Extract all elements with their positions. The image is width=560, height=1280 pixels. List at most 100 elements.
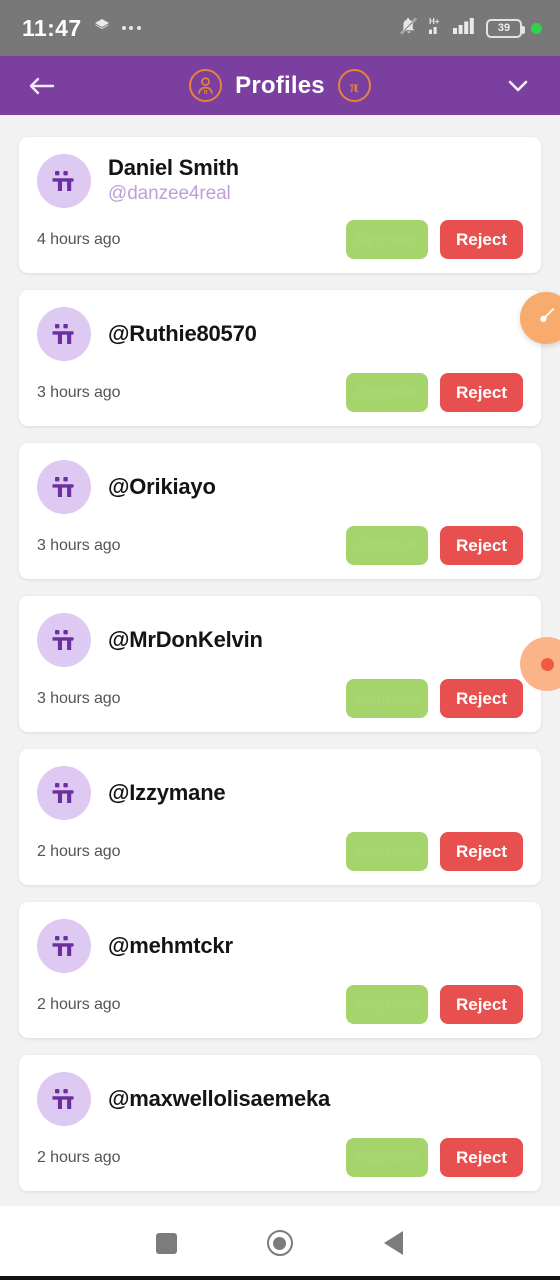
profile-card[interactable]: @Ruthie80570 3 hours ago Approve Reject: [19, 290, 541, 426]
profile-handle: @Izzymane: [108, 779, 226, 805]
profile-identity: @Orikiayo: [108, 474, 216, 500]
profile-handle: @maxwellolisaemeka: [108, 1085, 331, 1111]
back-arrow-icon[interactable]: [22, 66, 62, 106]
layers-icon: [93, 17, 111, 40]
app-bar-center: π Profiles π: [0, 69, 560, 102]
pi-circle-icon[interactable]: π: [337, 69, 371, 102]
profile-identity: @mehmtckr: [108, 933, 233, 959]
circle-home-icon[interactable]: [250, 1213, 310, 1273]
pi-avatar-icon: [37, 460, 91, 514]
square-recents-icon[interactable]: [137, 1213, 197, 1273]
profile-handle: @Orikiayo: [108, 473, 216, 499]
profile-timestamp: 4 hours ago: [37, 230, 121, 248]
pi-avatar-icon: [37, 307, 91, 361]
reject-button[interactable]: Reject: [439, 679, 523, 718]
page-title: Profiles: [235, 71, 325, 99]
app-bar: π Profiles π: [0, 56, 560, 115]
svg-text:H+: H+: [429, 17, 440, 26]
profile-card[interactable]: @Orikiayo 3 hours ago Approve Reject: [19, 443, 541, 579]
triangle-back-icon[interactable]: [363, 1213, 423, 1273]
pi-avatar-icon: [37, 766, 91, 820]
profiles-list[interactable]: Daniel Smith @danzee4real 4 hours ago Appro…: [0, 115, 560, 1205]
profile-actions: Approve Reject: [345, 1138, 523, 1177]
android-nav-bar: [0, 1205, 560, 1280]
dot-badge-icon: [540, 657, 554, 671]
profile-card-footer: 2 hours ago Approve Reject: [37, 832, 523, 871]
status-bar-right: H+ 39: [398, 16, 542, 41]
profile-handle: @mehmtckr: [108, 932, 233, 958]
network-hplus-icon: H+: [429, 16, 444, 40]
profile-card-footer: 2 hours ago Approve Reject: [37, 1138, 523, 1177]
signal-bars-icon: [453, 16, 477, 40]
profile-timestamp: 2 hours ago: [37, 1148, 121, 1166]
pi-avatar-icon: [37, 613, 91, 667]
profile-card-header: @Orikiayo: [37, 460, 523, 514]
status-bar-left: 11:47: [22, 15, 141, 42]
profile-card-header: @maxwellolisaemeka: [37, 1072, 523, 1126]
gesture-bar: [0, 1276, 560, 1280]
profile-card-header: @MrDonKelvin: [37, 613, 523, 667]
svg-text:π: π: [203, 87, 208, 96]
profile-name: Daniel Smith: [108, 154, 239, 180]
reject-button[interactable]: Reject: [439, 220, 523, 259]
battery-percent: 39: [497, 21, 511, 34]
profile-card-footer: 3 hours ago Approve Reject: [37, 373, 523, 412]
profile-card-header: @mehmtckr: [37, 919, 523, 973]
phone-screen: 11:47 H+ 39 π Profiles π Daniel Smith @d…: [0, 0, 560, 1280]
profile-handle: @danzee4real: [108, 183, 231, 205]
profile-timestamp: 2 hours ago: [37, 842, 121, 860]
status-bar: 11:47 H+ 39: [0, 0, 560, 56]
profile-card-header: Daniel Smith @danzee4real: [37, 154, 523, 208]
reject-button[interactable]: Reject: [439, 1138, 523, 1177]
profile-actions: Approve Reject: [345, 679, 523, 718]
profile-card[interactable]: @MrDonKelvin 3 hours ago Approve Reject: [19, 596, 541, 732]
approve-button[interactable]: Approve: [345, 679, 428, 718]
profile-timestamp: 2 hours ago: [37, 995, 121, 1013]
profile-card-header: @Izzymane: [37, 766, 523, 820]
profile-handle: @Ruthie80570: [108, 320, 257, 346]
recording-dot-icon: [531, 22, 542, 34]
svg-text:π: π: [350, 79, 359, 96]
profile-handle: @MrDonKelvin: [108, 626, 263, 652]
profile-card[interactable]: @mehmtckr 2 hours ago Approve Reject: [19, 902, 541, 1038]
status-clock: 11:47: [22, 14, 82, 41]
profile-card-footer: 3 hours ago Approve Reject: [37, 679, 523, 718]
pi-avatar-icon: [37, 919, 91, 973]
profile-identity: @Izzymane: [108, 779, 226, 806]
profile-actions: Approve Reject: [345, 220, 523, 259]
approve-button[interactable]: Approve: [345, 220, 428, 259]
approve-button[interactable]: Approve: [345, 373, 428, 412]
battery-indicator: 39: [486, 18, 525, 38]
profile-pi-circle-icon[interactable]: π: [189, 69, 223, 102]
approve-button[interactable]: Approve: [345, 526, 428, 565]
bell-muted-icon: [398, 16, 420, 41]
chevron-down-icon[interactable]: [498, 66, 538, 106]
pi-avatar-icon: [37, 154, 91, 208]
approve-button[interactable]: Approve: [345, 1138, 428, 1177]
profile-timestamp: 3 hours ago: [37, 383, 121, 401]
profile-actions: Approve Reject: [345, 526, 523, 565]
profile-identity: @Ruthie80570: [108, 321, 257, 347]
profile-card-footer: 2 hours ago Approve Reject: [37, 985, 523, 1024]
profile-actions: Approve Reject: [345, 373, 523, 412]
profile-card-header: @Ruthie80570: [37, 307, 523, 361]
profile-card-footer: 4 hours ago Approve Reject: [37, 220, 523, 259]
profile-timestamp: 3 hours ago: [37, 536, 121, 554]
profile-identity: Daniel Smith @danzee4real: [108, 155, 239, 207]
profile-timestamp: 3 hours ago: [37, 689, 121, 707]
reject-button[interactable]: Reject: [439, 985, 523, 1024]
profile-card[interactable]: @maxwellolisaemeka 2 hours ago Approve Reje…: [19, 1055, 541, 1191]
brush-icon: [533, 303, 559, 334]
reject-button[interactable]: Reject: [439, 373, 523, 412]
profile-actions: Approve Reject: [345, 985, 523, 1024]
profile-identity: @maxwellolisaemeka: [108, 1086, 330, 1112]
profile-identity: @MrDonKelvin: [108, 627, 263, 653]
reject-button[interactable]: Reject: [439, 526, 523, 565]
profile-card[interactable]: Daniel Smith @danzee4real 4 hours ago Appro…: [19, 137, 541, 273]
reject-button[interactable]: Reject: [439, 832, 523, 871]
profile-card[interactable]: @Izzymane 2 hours ago Approve Reject: [19, 749, 541, 885]
pi-avatar-icon: [37, 1072, 91, 1126]
approve-button[interactable]: Approve: [345, 832, 428, 871]
profile-actions: Approve Reject: [345, 832, 523, 871]
approve-button[interactable]: Approve: [345, 985, 428, 1024]
